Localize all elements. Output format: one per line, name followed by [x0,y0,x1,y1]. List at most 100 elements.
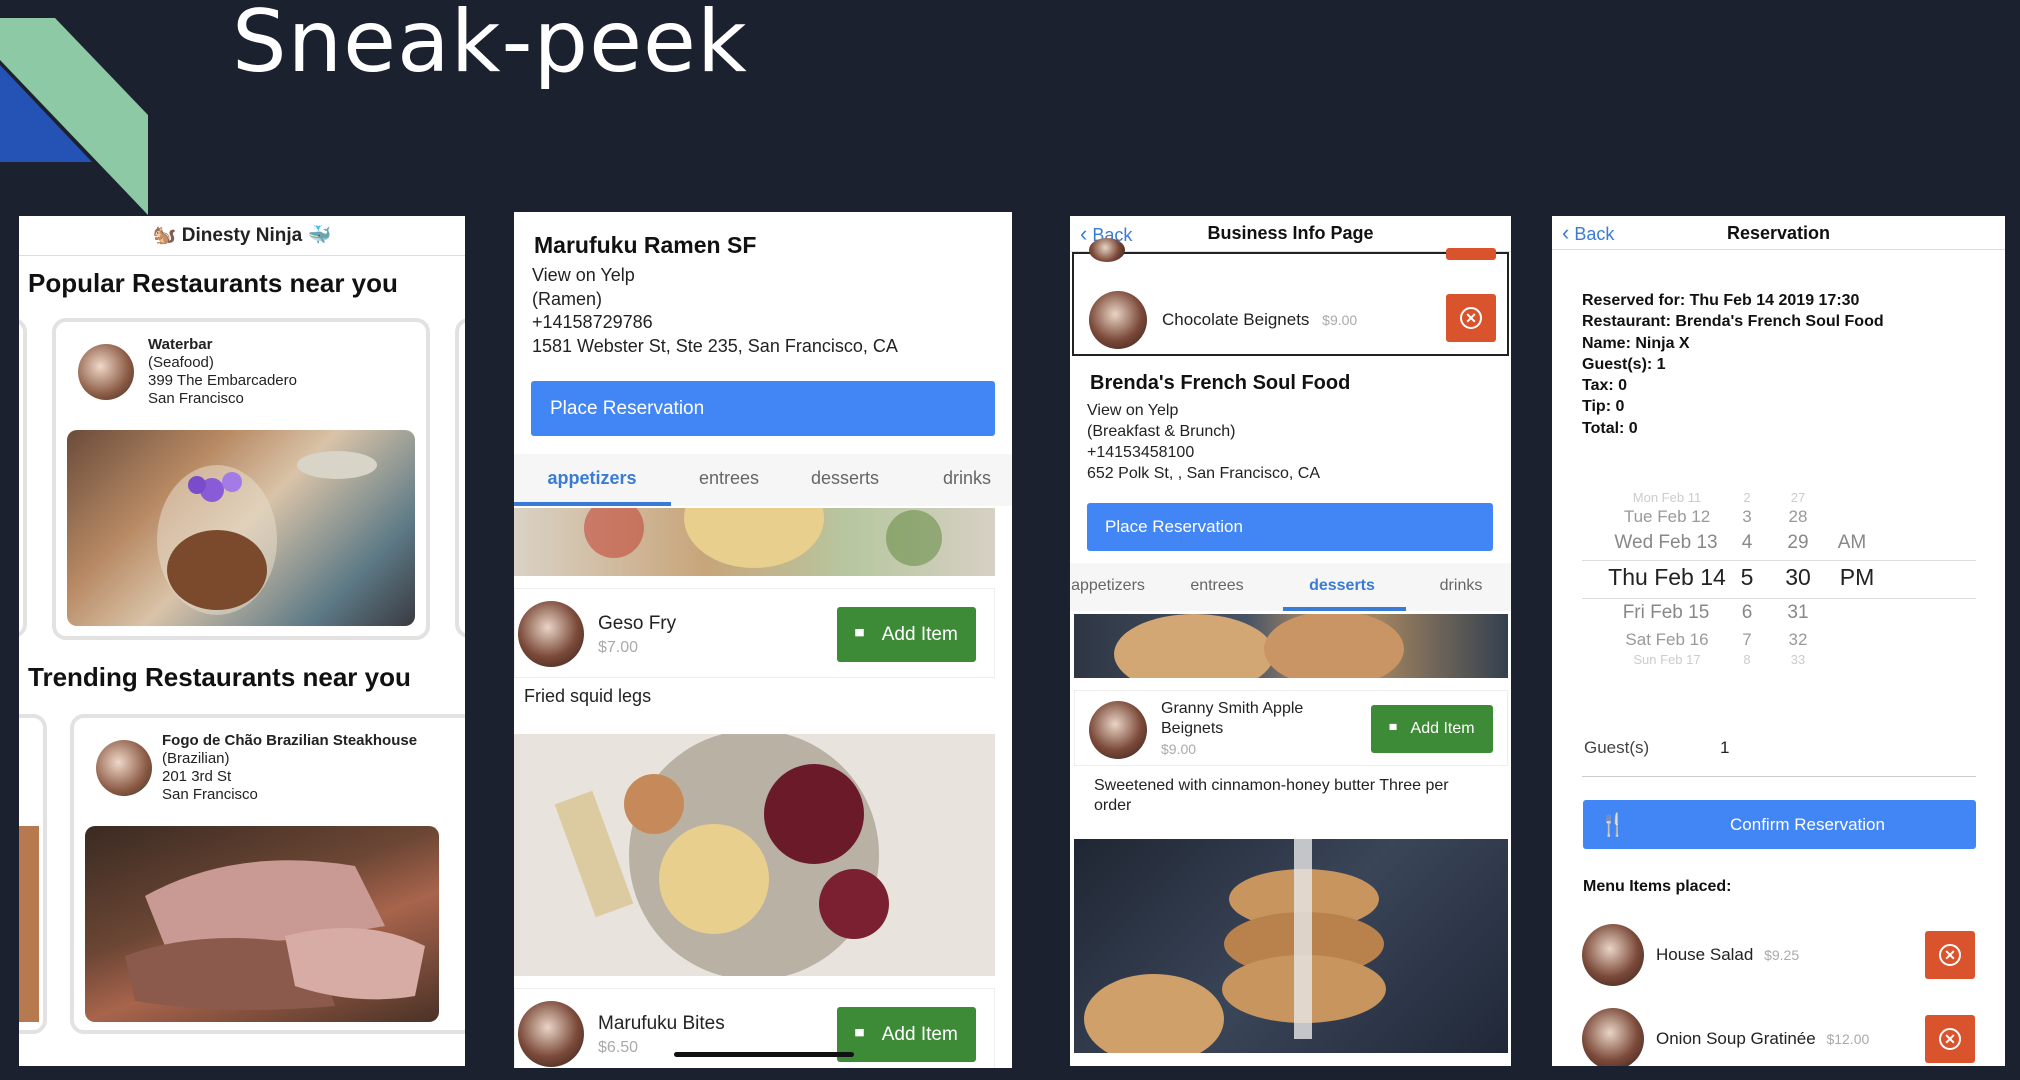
item-thumbnail [1582,924,1644,986]
place-reservation-button[interactable]: Place Reservation [531,381,995,436]
confirm-reservation-button[interactable]: 🍴 Confirm Reservation [1583,800,1976,849]
business-info-screen: ‹ Back Business Info Page Chocolate Beig… [1070,216,1511,1066]
restaurant-category: (Breakfast & Brunch) [1087,423,1236,440]
restaurant-thumbnail [96,740,152,796]
home-screen: 🐿️ Dinesty Ninja 🐳 Popular Restaurants n… [19,216,465,1066]
tab-appetizers[interactable]: appetizers [1070,577,1168,595]
active-tab-indicator [1283,607,1406,611]
item-name: Granny Smith Apple Beignets [1161,699,1303,739]
restaurant-line: Restaurant: Brenda's French Soul Food [1582,313,1884,331]
restaurant-name: Brenda's French Soul Food [1090,372,1351,394]
tax-line: Tax: 0 [1582,377,1628,395]
close-icon: ✕ [1939,944,1961,966]
add-item-button[interactable]: ▀ Add Item [837,607,976,662]
restaurant-card-partial-left-2[interactable] [19,714,47,1034]
add-item-button[interactable]: ▀ Add Item [837,1007,976,1062]
item-name: Onion Soup Gratinée $12.00 [1656,1029,1869,1049]
tab-drinks[interactable]: drinks [1406,577,1511,595]
item-price: $9.00 [1161,741,1197,757]
restaurant-category: (Seafood) [148,354,214,371]
guests-input[interactable]: 1 [1720,738,1729,758]
date-time-picker[interactable]: Mon Feb 11 2 27 Tue Feb 12 3 28 Wed Feb 13 4 2… [1582,486,1976,667]
nav-bar: ‹ Back Reservation [1552,216,2005,250]
item-name-text: Onion Soup Gratinée [1656,1029,1816,1048]
selected-items-panel: Chocolate Beignets $9.00 ✕ [1072,238,1509,356]
restaurant-city: San Francisco [148,390,244,407]
remove-item-button[interactable]: ✕ [1446,294,1496,342]
divider [1582,776,1976,777]
restaurant-name: Waterbar [148,336,213,353]
tab-drinks[interactable]: drinks [912,468,1012,489]
restaurant-details: View on Yelp (Breakfast & Brunch) +14153… [1087,400,1320,484]
total-line: Total: 0 [1582,419,1638,437]
add-item-button[interactable]: ▀ Add Item [1371,705,1493,753]
cookies-stack-illustration [1084,839,1386,1053]
picker-selection-bottom [1582,598,1976,599]
tab-entrees[interactable]: entrees [674,468,784,489]
item-name-text: House Salad [1656,945,1754,964]
item-name: Marufuku Bites [598,1013,725,1034]
item-description: Sweetened with cinnamon-honey butter Thr… [1094,776,1449,816]
menu-item-granny-smith: Granny Smith Apple Beignets $9.00 ▀ Add It… [1074,690,1508,766]
restaurant-name: Fogo de Chão Brazilian Steakhouse [162,732,418,749]
tip-line: Tip: 0 [1582,398,1625,416]
tab-entrees[interactable]: entrees [1162,577,1272,595]
cart-icon: ▀ [855,629,864,643]
platter-illustration [584,508,942,568]
restaurant-thumbnail [78,344,134,400]
restaurant-phone: +14153458100 [1087,444,1195,461]
yelp-link[interactable]: View on Yelp [1087,400,1320,421]
yelp-link[interactable]: View on Yelp [532,264,898,288]
restaurant-card-partial-left[interactable] [19,318,27,638]
cart-icon: ▀ [1389,725,1397,736]
menu-tabs: appetizers entrees desserts drinks [514,454,1012,506]
restaurant-menu-screen: Marufuku Ramen SF View on Yelp (Ramen) +… [514,212,1012,1068]
cookie-illustration [1114,614,1404,678]
cheese-board-illustration [554,734,889,976]
item-thumbnail [1582,1008,1644,1066]
restaurant-city: San Francisco [162,786,258,803]
guests-line: Guest(s): 1 [1582,355,1666,373]
tab-desserts[interactable]: desserts [790,468,900,489]
reservation-screen: ‹ Back Reservation Reserved for: Thu Feb… [1552,216,2005,1066]
close-icon: ✕ [1939,1028,1961,1050]
restaurant-phone: +14158729786 [532,312,653,332]
menu-item-geso-fry: Geso Fry $7.00 ▀ Add Item [514,588,995,678]
utensils-icon: 🍴 [1599,812,1627,837]
remove-item-button[interactable]: ✕ [1925,1015,1975,1063]
partial-photo [19,826,39,1022]
nav-bar: ‹ Back Business Info Page [1070,216,1511,252]
add-item-label: Add Item [881,624,958,645]
item-name-line2: Beignets [1161,720,1224,737]
restaurant-card-waterbar[interactable]: Waterbar (Seafood) 399 The Embarcadero S… [52,318,430,640]
item-description: Fried squid legs [524,686,652,706]
restaurant-info: Fogo de Chão Brazilian Steakhouse (Brazi… [162,732,417,804]
item-price: $9.25 [1764,947,1800,963]
restaurant-address: 399 The Embarcadero [148,372,297,389]
place-reservation-button[interactable]: Place Reservation [1087,503,1493,551]
restaurant-card-partial-right[interactable] [455,318,465,638]
menu-tabs: appetizers entrees desserts drinks [1070,563,1511,611]
page-title: Business Info Page [1207,223,1374,243]
restaurant-photo [67,430,415,626]
app-header: 🐿️ Dinesty Ninja 🐳 [19,216,465,256]
home-indicator [674,1052,854,1057]
item-name: Geso Fry [598,613,677,634]
name-line: Name: Ninja X [1582,334,1690,352]
restaurant-card-fogo[interactable]: Fogo de Chão Brazilian Steakhouse (Brazi… [70,714,465,1034]
item-name: House Salad $9.25 [1656,945,1799,965]
restaurant-category: (Brazilian) [162,750,230,767]
tab-appetizers[interactable]: appetizers [514,468,670,489]
dessert-photo [1074,839,1508,1053]
item-price: $12.00 [1826,1031,1870,1047]
guests-label: Guest(s) [1584,738,1650,757]
restaurant-name: Marufuku Ramen SF [534,232,757,258]
remove-button-partial[interactable] [1446,248,1496,260]
placed-item-onion-soup: Onion Soup Gratinée $12.00 ✕ [1552,1000,2005,1066]
tab-desserts[interactable]: desserts [1282,577,1402,595]
remove-item-button[interactable]: ✕ [1925,931,1975,979]
add-item-label: Add Item [881,1024,958,1045]
cart-icon: ▀ [855,1029,864,1043]
popular-section-title: Popular Restaurants near you [28,268,398,298]
page-title: Reservation [1726,223,1831,243]
